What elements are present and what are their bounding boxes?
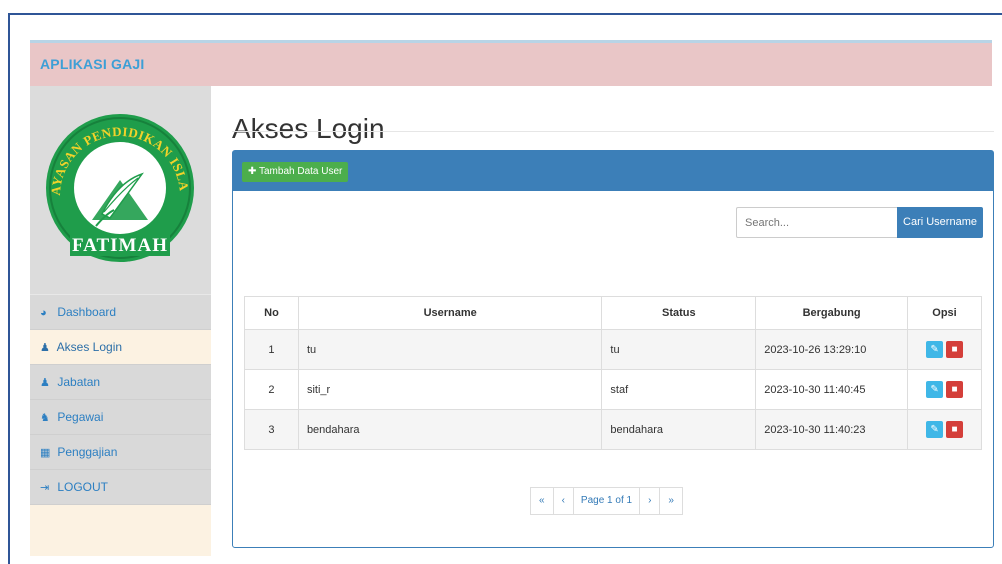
search-input[interactable]	[736, 207, 898, 238]
logo-area: YAYASAN PENDIDIKAN ISLAM FATIMAH	[24, 74, 211, 294]
sidebar-item-jabatan[interactable]: ♟ Jabatan	[30, 365, 211, 400]
col-header-joined[interactable]: Bergabung	[755, 296, 909, 330]
dashboard-icon: ◕	[40, 307, 47, 319]
plus-icon: ✚	[248, 166, 257, 177]
sidebar-item-dashboard[interactable]: ◕ Dashboard	[30, 295, 211, 330]
cell-username: tu	[297, 329, 603, 370]
first-page-button[interactable]: «	[530, 487, 554, 515]
cell-no: 2	[244, 369, 299, 410]
sidebar-item-akses-login[interactable]: ♟ Akses Login	[30, 330, 211, 365]
page-indicator: Page 1 of 1	[572, 487, 641, 515]
sidebar-item-label: Akses Login	[56, 340, 123, 354]
foundation-logo: YAYASAN PENDIDIKAN ISLAM FATIMAH	[24, 74, 194, 262]
cell-no: 3	[244, 409, 299, 450]
sidebar-footer-space	[30, 505, 211, 556]
users-table: No Username Status Bergabung Opsi 1 tu t…	[244, 296, 982, 450]
sidebar-menu: ◕ Dashboard ♟ Akses Login ♟ Jabatan ♞ Pe…	[30, 295, 211, 505]
sign-out-icon: ⇥	[40, 482, 50, 494]
cell-username: bendahara	[297, 409, 603, 450]
col-header-username[interactable]: Username	[297, 296, 603, 330]
cell-options: ✎ ■	[907, 409, 982, 450]
next-page-button[interactable]: ›	[639, 487, 661, 515]
logo-name: FATIMAH	[72, 235, 168, 256]
cell-joined: 2023-10-30 11:40:45	[755, 369, 909, 410]
col-header-options: Opsi	[907, 296, 982, 330]
users-panel: ✚ Tambah Data User Cari Username No User…	[232, 150, 994, 548]
sidebar: YAYASAN PENDIDIKAN ISLAM FATIMAH ◕ Dashb…	[24, 74, 211, 556]
edit-icon[interactable]: ✎	[926, 341, 944, 358]
cell-options: ✎ ■	[907, 369, 982, 410]
cell-status: bendahara	[601, 409, 757, 450]
sidebar-item-pegawai[interactable]: ♞ Pegawai	[30, 400, 211, 435]
cell-no: 1	[244, 329, 299, 370]
user-icon: ♟	[40, 342, 50, 354]
sidebar-item-label: Pegawai	[57, 410, 104, 424]
top-navbar: APLIKASI GAJI	[30, 40, 992, 86]
cell-status: tu	[601, 329, 757, 370]
prev-page-button[interactable]: ‹	[552, 487, 574, 515]
search-username-button[interactable]: Cari Username	[897, 207, 983, 238]
sidebar-item-logout[interactable]: ⇥ LOGOUT	[30, 470, 211, 505]
col-header-no[interactable]: No	[244, 296, 299, 330]
sidebar-item-label: LOGOUT	[57, 480, 109, 494]
edit-icon[interactable]: ✎	[926, 421, 944, 438]
table-row: 2 siti_r staf 2023-10-30 11:40:45 ✎ ■	[244, 369, 982, 410]
add-user-label: Tambah Data User	[259, 166, 343, 177]
pagination: « ‹ Page 1 of 1 › »	[530, 487, 683, 515]
add-user-button[interactable]: ✚ Tambah Data User	[242, 162, 349, 182]
sidebar-item-penggajian[interactable]: ▦ Penggajian	[30, 435, 211, 470]
edit-icon[interactable]: ✎	[926, 381, 944, 398]
calculator-icon: ▦	[40, 447, 51, 459]
cell-joined: 2023-10-30 11:40:23	[755, 409, 909, 450]
user-plus-icon: ♟	[40, 377, 50, 389]
trash-icon[interactable]: ■	[946, 421, 964, 438]
cell-status: staf	[601, 369, 757, 410]
app-brand[interactable]: APLIKASI GAJI	[40, 56, 145, 72]
table-row: 3 bendahara bendahara 2023-10-30 11:40:2…	[244, 409, 982, 450]
cell-username: siti_r	[297, 369, 603, 410]
table-header-row: No Username Status Bergabung Opsi	[244, 296, 982, 330]
trash-icon[interactable]: ■	[946, 341, 964, 358]
sidebar-item-label: Dashboard	[57, 305, 117, 319]
trash-icon[interactable]: ■	[946, 381, 964, 398]
col-header-status[interactable]: Status	[601, 296, 757, 330]
title-divider	[232, 131, 994, 132]
panel-header: ✚ Tambah Data User	[233, 151, 993, 191]
last-page-button[interactable]: »	[659, 487, 683, 515]
sidebar-item-label: Jabatan	[57, 375, 101, 389]
table-row: 1 tu tu 2023-10-26 13:29:10 ✎ ■	[244, 329, 982, 370]
users-icon: ♞	[40, 412, 50, 424]
sidebar-item-label: Penggajian	[57, 445, 118, 459]
cell-joined: 2023-10-26 13:29:10	[755, 329, 909, 370]
cell-options: ✎ ■	[907, 329, 982, 370]
page-title: Akses Login	[232, 112, 385, 144]
